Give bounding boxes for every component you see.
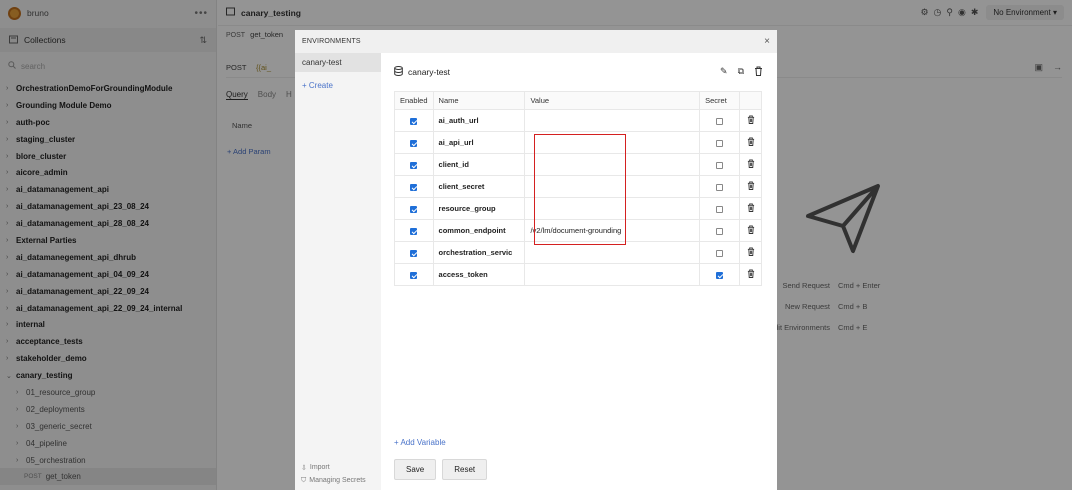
environment-detail: canary-test ✎ ⧉ Enabled Name Value Secre… [394,53,767,490]
variable-row: common_endpoint/v2/lm/document-grounding [394,219,762,242]
add-variable-button[interactable]: + Add Variable [394,438,446,447]
import-label: Import [309,464,330,471]
secret-checkbox[interactable] [716,139,724,147]
import-link[interactable]: ⇩ Import [301,461,366,474]
secret-checkbox[interactable] [716,205,724,213]
variable-name[interactable]: orchestration_servic [439,248,513,257]
variable-name[interactable]: access_token [439,270,488,279]
variable-name[interactable]: ai_auth_url [439,116,479,125]
secret-checkbox[interactable] [716,271,724,279]
enabled-checkbox[interactable] [410,227,418,235]
trash-icon[interactable] [747,203,755,214]
environments-modal: ENVIRONMENTS × canary-test + Create ⇩ Imp… [295,30,777,490]
header-actions [739,91,762,110]
trash-icon[interactable] [747,269,755,280]
delete-icon[interactable] [754,66,763,78]
variable-name[interactable]: common_endpoint [439,226,506,235]
variable-name[interactable]: client_secret [439,182,485,191]
environment-list-footer: ⇩ Import ⛉ Managing Secrets [301,461,366,487]
variable-name[interactable]: resource_group [439,204,496,213]
header-enabled: Enabled [394,91,434,110]
trash-icon[interactable] [747,115,755,126]
enabled-checkbox[interactable] [410,205,418,213]
environment-actions: ✎ ⧉ [720,66,763,78]
enabled-checkbox[interactable] [410,271,418,279]
managing-secrets-label: Managing Secrets [309,477,366,484]
header-secret: Secret [699,91,741,110]
variables-body: ai_auth_url ai_api_url client_id client_sec… [394,109,762,286]
variable-row: resource_group [394,197,762,220]
managing-secrets-link[interactable]: ⛉ Managing Secrets [301,474,366,487]
variable-row: client_id [394,153,762,176]
modal-title: ENVIRONMENTS [302,38,361,45]
variable-value[interactable]: /v2/lm/document-grounding [530,226,621,235]
reset-button[interactable]: Reset [442,459,488,480]
variable-row: ai_auth_url [394,109,762,132]
modal-header: ENVIRONMENTS × [295,30,777,53]
secret-checkbox[interactable] [716,117,724,125]
modal-actions: Save Reset [394,459,488,480]
trash-icon[interactable] [747,159,755,170]
secret-checkbox[interactable] [716,183,724,191]
secret-checkbox[interactable] [716,161,724,169]
variable-row: ai_api_url [394,131,762,154]
trash-icon[interactable] [747,225,755,236]
environment-list: canary-test + Create ⇩ Import ⛉ Managing S… [295,53,381,490]
environment-detail-header: canary-test ✎ ⧉ [394,53,767,91]
copy-icon[interactable]: ⧉ [738,66,744,78]
enabled-checkbox[interactable] [410,183,418,191]
close-icon[interactable]: × [764,36,770,47]
enabled-checkbox[interactable] [410,139,418,147]
header-value: Value [524,91,701,110]
secret-checkbox[interactable] [716,227,724,235]
trash-icon[interactable] [747,181,755,192]
selected-environment-name: canary-test [408,67,451,77]
variable-name[interactable]: ai_api_url [439,138,474,147]
header-name: Name [432,91,526,110]
variable-row: client_secret [394,175,762,198]
variable-name[interactable]: client_id [439,160,469,169]
secret-checkbox[interactable] [716,249,724,257]
create-environment-button[interactable]: + Create [302,81,381,90]
table-header-row: Enabled Name Value Secret [394,91,762,110]
database-icon [394,66,403,78]
save-button[interactable]: Save [394,459,437,480]
variables-table: Enabled Name Value Secret ai_auth_url ai_… [394,91,762,286]
rename-icon[interactable]: ✎ [720,66,728,78]
variable-row: access_token [394,263,762,286]
shield-icon: ⛉ [301,476,307,484]
variable-row: orchestration_servic [394,241,762,264]
enabled-checkbox[interactable] [410,249,418,257]
trash-icon[interactable] [747,137,755,148]
environment-item[interactable]: canary-test [295,53,381,72]
enabled-checkbox[interactable] [410,117,418,125]
trash-icon[interactable] [747,247,755,258]
download-icon: ⇩ [301,464,307,472]
enabled-checkbox[interactable] [410,161,418,169]
